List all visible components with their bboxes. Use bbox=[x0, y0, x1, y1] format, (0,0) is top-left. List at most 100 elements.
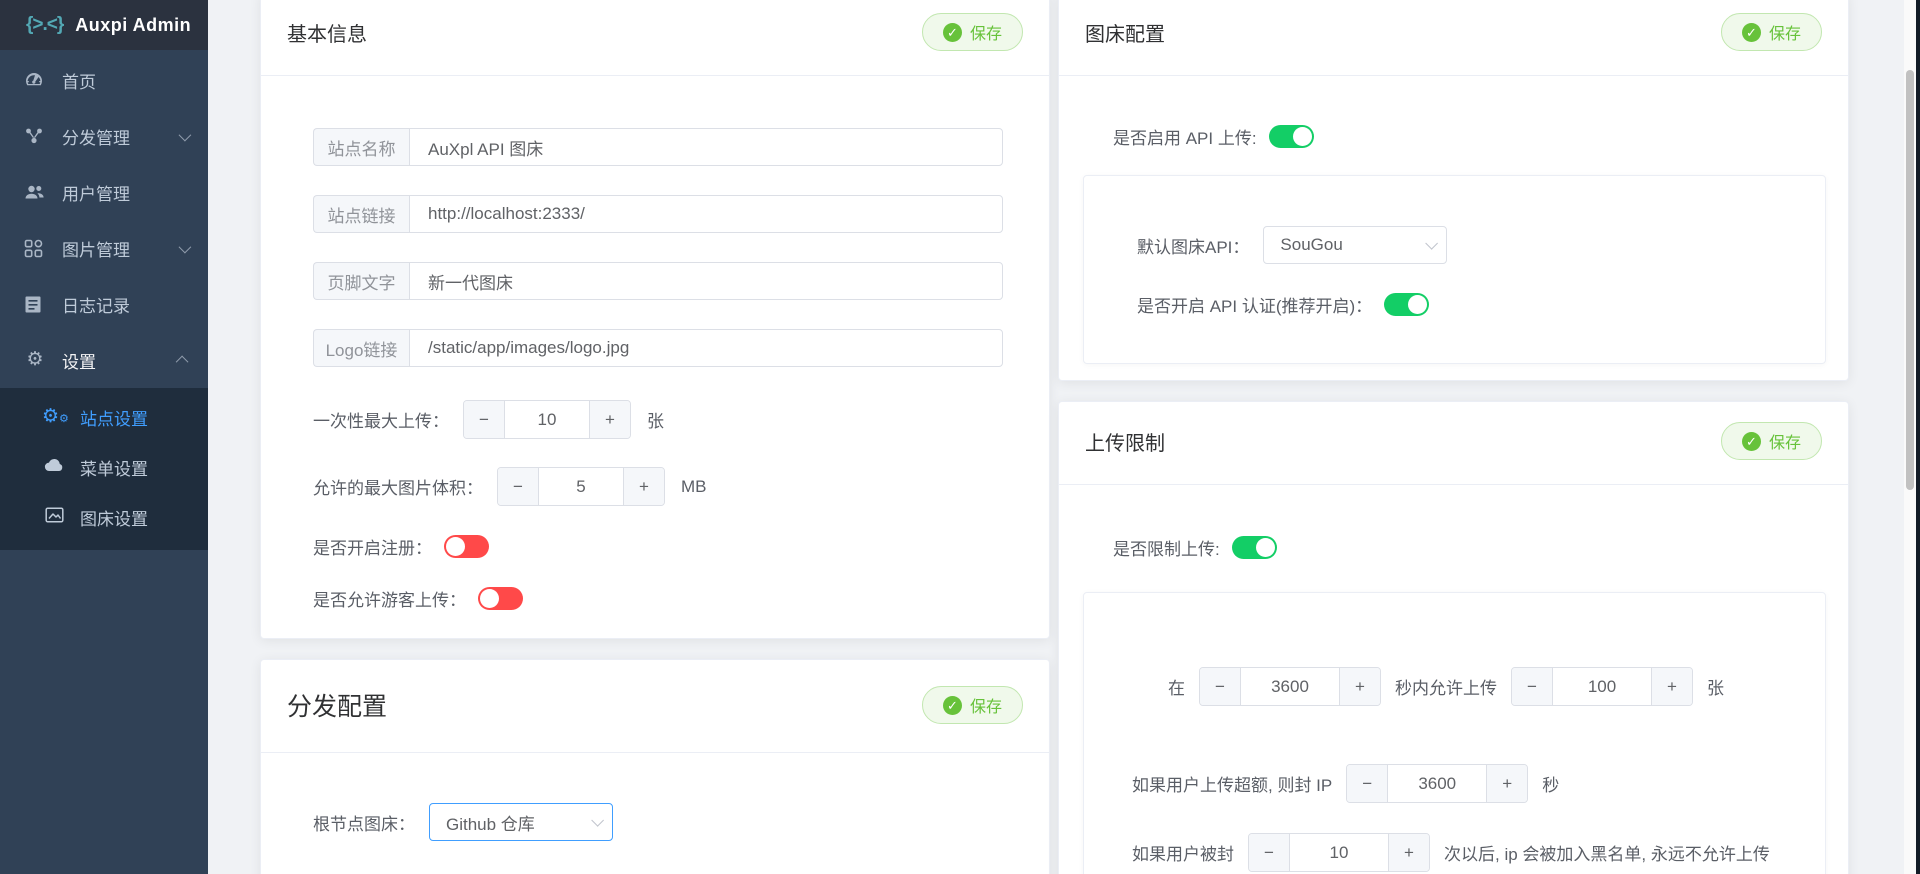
check-circle-icon: ✓ bbox=[1741, 22, 1761, 42]
sidebar-item-logs[interactable]: 日志记录 bbox=[0, 276, 208, 332]
stepper-label: 一次性最大上传： bbox=[313, 412, 449, 431]
sidebar-item-home[interactable]: 首页 bbox=[0, 52, 208, 108]
cloud-icon bbox=[42, 457, 66, 477]
decrease-button[interactable]: − bbox=[1512, 668, 1553, 705]
increase-button[interactable]: + bbox=[1339, 668, 1380, 705]
save-button[interactable]: ✓ 保存 bbox=[921, 13, 1023, 51]
logo-url-input[interactable] bbox=[409, 329, 1003, 367]
ban-ip-row: 如果用户上传超额, 则封 IP − 3600 + 秒 bbox=[1132, 764, 1795, 803]
chevron-down-icon bbox=[178, 128, 192, 141]
stepper-value[interactable]: 100 bbox=[1553, 668, 1651, 705]
bed-config-body: 是否启用 API 上传: 默认图床API： SouGou 是否开启 API 认证… bbox=[1059, 76, 1848, 380]
users-icon bbox=[24, 182, 46, 202]
stepper-value[interactable]: 3600 bbox=[1388, 765, 1486, 802]
api-auth-toggle[interactable] bbox=[1384, 293, 1430, 316]
limit-upload-toggle[interactable] bbox=[1231, 536, 1277, 559]
settings-submenu: ⚙⚙ 站点设置 菜单设置 图床设置 bbox=[0, 388, 208, 550]
blacklist-suffix-label: 次以后, ip 会被加入黑名单, 永远不允许上传 bbox=[1444, 845, 1770, 864]
stepper-value[interactable]: 10 bbox=[505, 401, 589, 438]
save-button[interactable]: ✓ 保存 bbox=[921, 686, 1023, 724]
field-prepend-label: Logo链接 bbox=[313, 329, 409, 367]
toggle-knob bbox=[1255, 538, 1275, 557]
increase-button[interactable]: + bbox=[1388, 834, 1429, 871]
app-root: {>.<} Auxpi Admin 首页 分发管理 用户管理 图片管理 日志记录… bbox=[0, 0, 1920, 874]
sidebar-item-label: 图片管理 bbox=[62, 240, 130, 260]
switch-label: 是否限制上传: bbox=[1113, 540, 1220, 559]
select-label: 默认图床API： bbox=[1137, 237, 1250, 257]
switch-label: 是否允许游客上传： bbox=[313, 591, 466, 610]
guest-upload-switch-row: 是否允许游客上传： bbox=[313, 586, 1001, 611]
blacklist-count-stepper: − 10 + bbox=[1248, 833, 1430, 872]
stepper-value[interactable]: 10 bbox=[1290, 834, 1388, 871]
chevron-down-icon bbox=[1425, 236, 1439, 250]
bed-config-card: 图床配置 ✓ 保存 是否启用 API 上传: 默认图床API： SouGou 是… bbox=[1058, 0, 1849, 381]
guest-upload-toggle[interactable] bbox=[478, 587, 523, 610]
gears-icon: ⚙⚙ bbox=[42, 405, 69, 427]
card-title: 基本信息 bbox=[287, 23, 367, 46]
save-button[interactable]: ✓ 保存 bbox=[1720, 422, 1822, 460]
sidebar-item-label: 菜单设置 bbox=[80, 459, 148, 479]
increase-button[interactable]: + bbox=[1651, 668, 1692, 705]
dispatch-config-header: 分发配置 ✓ 保存 bbox=[261, 660, 1049, 753]
scrollbar-track[interactable] bbox=[1904, 0, 1916, 874]
upload-limit-panel: 在 − 3600 + 秒内允许上传 − 100 + 张 如果用户上传超额, 则封… bbox=[1083, 592, 1826, 874]
dispatch-config-card: 分发配置 ✓ 保存 根节点图床： Github 仓库 bbox=[260, 659, 1050, 874]
sidebar-item-image-management[interactable]: 图片管理 bbox=[0, 220, 208, 276]
share-icon bbox=[24, 126, 46, 146]
select-value: SouGou bbox=[1280, 235, 1343, 254]
sidebar-item-dispatch-management[interactable]: 分发管理 bbox=[0, 108, 208, 164]
sidebar-item-label: 日志记录 bbox=[62, 296, 130, 316]
basic-info-header: 基本信息 ✓ 保存 bbox=[261, 0, 1049, 76]
upload-limit-body: 是否限制上传: 在 − 3600 + 秒内允许上传 − 100 + 张 如果用户… bbox=[1059, 485, 1848, 874]
sidebar-item-user-management[interactable]: 用户管理 bbox=[0, 164, 208, 220]
dashboard-icon bbox=[24, 70, 46, 90]
app-title: Auxpi Admin bbox=[75, 14, 192, 35]
site-name-input[interactable] bbox=[409, 128, 1003, 166]
bed-config-panel: 默认图床API： SouGou 是否开启 API 认证(推荐开启)： bbox=[1083, 175, 1826, 364]
sidebar-item-label: 设置 bbox=[62, 352, 96, 372]
window-edge bbox=[1916, 0, 1920, 874]
stepper-value[interactable]: 5 bbox=[539, 468, 623, 505]
select-label: 根节点图床： bbox=[313, 814, 415, 834]
increase-button[interactable]: + bbox=[623, 468, 664, 505]
default-api-select[interactable]: SouGou bbox=[1263, 226, 1448, 264]
sidebar-item-label: 分发管理 bbox=[62, 128, 130, 148]
right-column: 图床配置 ✓ 保存 是否启用 API 上传: 默认图床API： SouGou 是… bbox=[1058, 0, 1849, 874]
site-url-field-group: 站点链接 bbox=[313, 195, 1003, 233]
max-size-row: 允许的最大图片体积： − 5 + MB bbox=[313, 467, 1001, 506]
api-upload-toggle[interactable] bbox=[1268, 125, 1314, 148]
stepper-value[interactable]: 3600 bbox=[1241, 668, 1339, 705]
decrease-button[interactable]: − bbox=[1200, 668, 1241, 705]
rate-count-stepper: − 100 + bbox=[1511, 667, 1693, 706]
basic-info-card: 基本信息 ✓ 保存 站点名称 站点链接 bbox=[260, 0, 1050, 639]
save-button[interactable]: ✓ 保存 bbox=[1720, 13, 1822, 51]
toggle-knob bbox=[1408, 295, 1428, 314]
sidebar: {>.<} Auxpi Admin 首页 分发管理 用户管理 图片管理 日志记录… bbox=[0, 0, 208, 874]
images-icon bbox=[24, 239, 46, 258]
register-toggle[interactable] bbox=[444, 535, 489, 558]
select-value: Github 仓库 bbox=[446, 814, 535, 834]
site-url-input[interactable] bbox=[409, 195, 1003, 233]
sidebar-item-bed-settings[interactable]: 图床设置 bbox=[0, 492, 208, 542]
increase-button[interactable]: + bbox=[1486, 765, 1528, 802]
max-size-stepper: − 5 + bbox=[497, 467, 665, 506]
sidebar-item-settings[interactable]: ⚙ 设置 bbox=[0, 332, 208, 388]
basic-info-body: 站点名称 站点链接 页脚文字 Logo链接 bbox=[261, 76, 1049, 638]
sidebar-menu: 首页 分发管理 用户管理 图片管理 日志记录 ⚙ 设置 ⚙⚙ 站点设置 菜单设置… bbox=[0, 52, 208, 550]
left-column: 基本信息 ✓ 保存 站点名称 站点链接 bbox=[260, 0, 1050, 874]
sidebar-item-site-settings[interactable]: ⚙⚙ 站点设置 bbox=[0, 392, 208, 442]
ban-prefix-label: 如果用户上传超额, 则封 IP bbox=[1132, 776, 1333, 795]
footer-text-input[interactable] bbox=[409, 262, 1003, 300]
sidebar-item-menu-settings[interactable]: 菜单设置 bbox=[0, 442, 208, 492]
scrollbar-thumb[interactable] bbox=[1906, 70, 1914, 490]
increase-button[interactable]: + bbox=[589, 401, 630, 438]
root-bed-select[interactable]: Github 仓库 bbox=[429, 803, 613, 841]
upload-limit-card: 上传限制 ✓ 保存 是否限制上传: 在 − 3600 + 秒内允许上传 − 10… bbox=[1058, 401, 1849, 874]
toggle-knob bbox=[1292, 127, 1312, 146]
field-prepend-label: 站点链接 bbox=[313, 195, 409, 233]
decrease-button[interactable]: − bbox=[464, 401, 505, 438]
decrease-button[interactable]: − bbox=[1347, 765, 1389, 802]
stepper-unit: 张 bbox=[647, 412, 664, 431]
decrease-button[interactable]: − bbox=[498, 468, 539, 505]
decrease-button[interactable]: − bbox=[1249, 834, 1290, 871]
